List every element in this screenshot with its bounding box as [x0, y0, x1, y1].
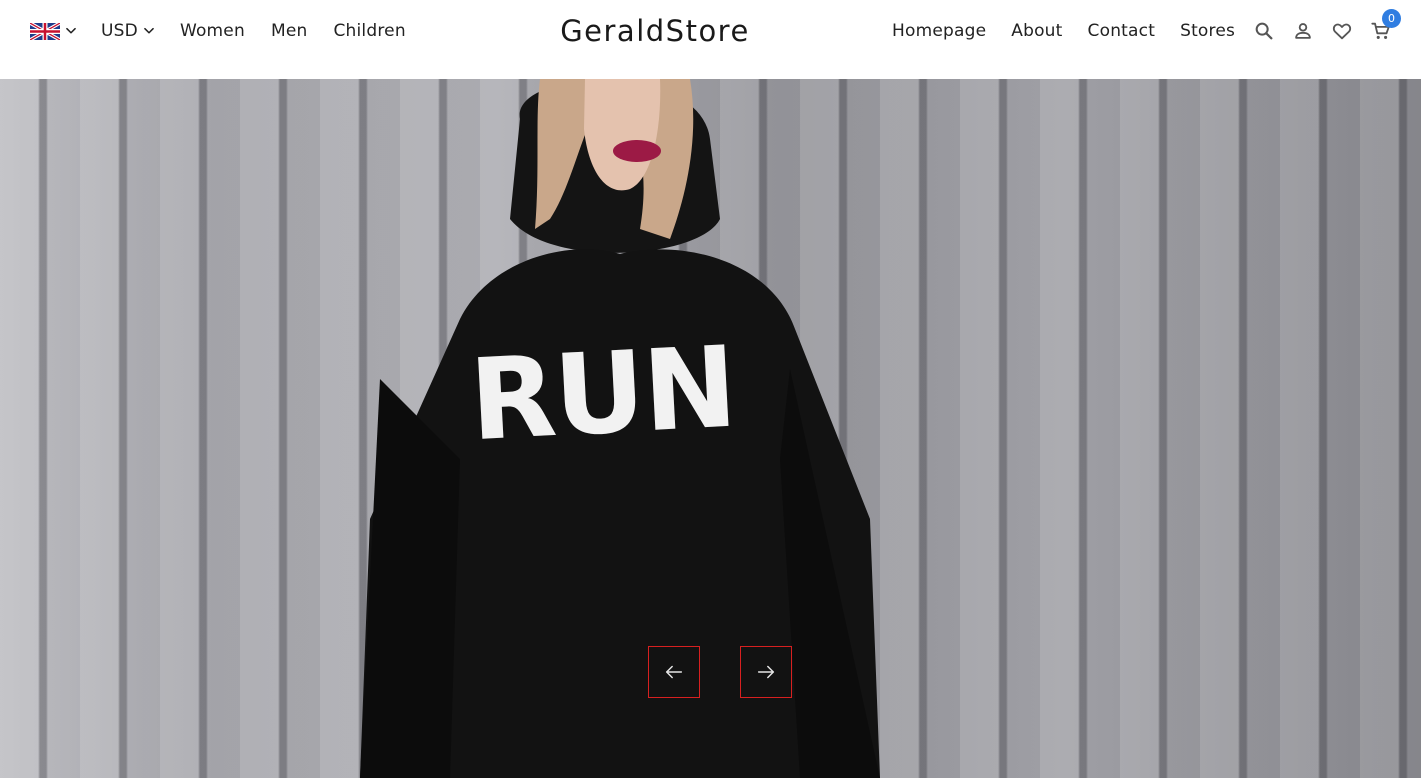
site-header: USD Women Men Children GeraldStore Homep…	[0, 0, 1421, 79]
nav-link-stores[interactable]: Stores	[1180, 21, 1235, 41]
nav-link-contact[interactable]: Contact	[1088, 21, 1156, 41]
hero-image	[340, 79, 900, 778]
cart-count-badge: 0	[1382, 9, 1401, 28]
arrow-left-icon	[665, 665, 683, 679]
nav-link-homepage[interactable]: Homepage	[892, 21, 986, 41]
header-icons: 0	[1253, 0, 1401, 62]
hero-slider: RUN	[0, 79, 1421, 778]
slider-prev-button[interactable]	[648, 646, 700, 698]
search-icon	[1255, 22, 1273, 40]
wishlist-button[interactable]	[1331, 20, 1353, 42]
account-button[interactable]	[1292, 20, 1314, 42]
heart-icon	[1332, 23, 1352, 40]
person-illustration	[360, 79, 880, 778]
nav-link-about[interactable]: About	[1011, 21, 1062, 41]
arrow-right-icon	[757, 665, 775, 679]
user-icon	[1295, 23, 1311, 39]
slider-next-button[interactable]	[740, 646, 792, 698]
cart-button[interactable]: 0	[1370, 9, 1401, 42]
main-nav: Homepage About Contact Stores	[892, 0, 1260, 62]
search-button[interactable]	[1253, 20, 1275, 42]
